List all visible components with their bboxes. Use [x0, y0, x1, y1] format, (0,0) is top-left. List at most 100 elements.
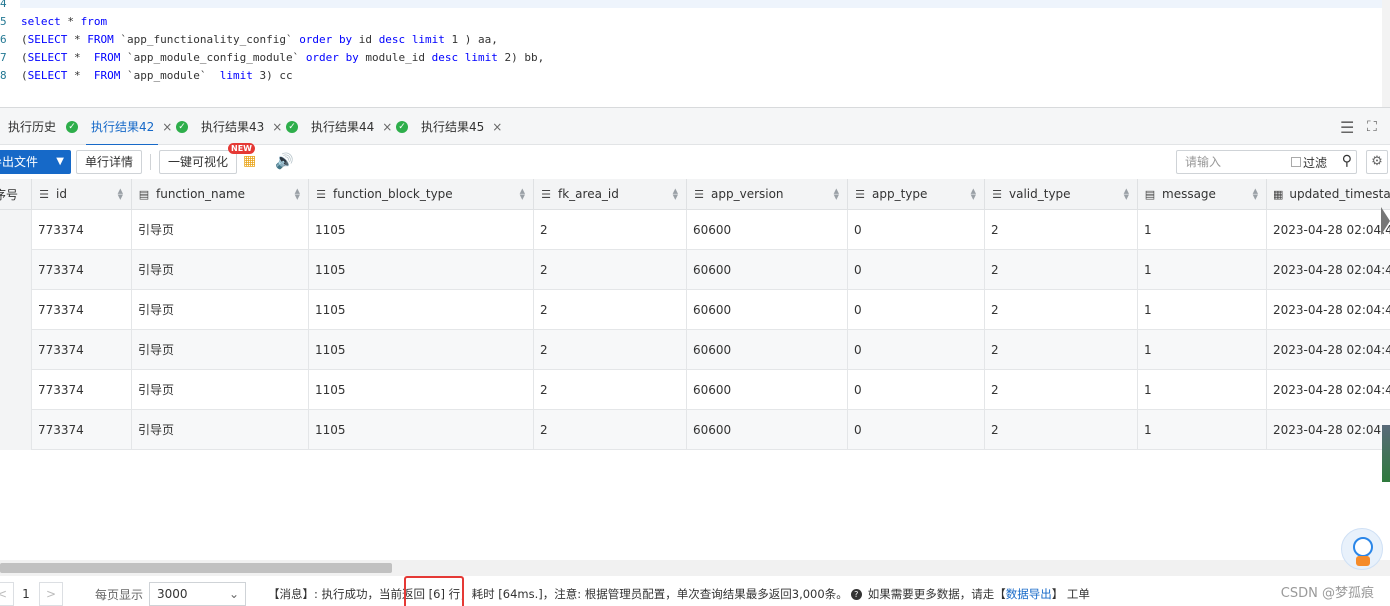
table-cell[interactable]: 1: [1138, 410, 1267, 450]
table-row[interactable]: 773374 引导页 1105 2 60600 0 2 1 2023-04-28 02:04:4…: [0, 250, 1390, 290]
table-cell[interactable]: 60600: [687, 210, 848, 250]
gear-icon[interactable]: ⚙: [1366, 150, 1388, 174]
code-line[interactable]: 4: [0, 0, 1390, 13]
table-cell[interactable]: 773374: [32, 330, 132, 370]
search-input[interactable]: [1185, 154, 1285, 170]
search-icon[interactable]: ⚲: [1342, 153, 1352, 169]
code-line[interactable]: 8 (SELECT * FROM `app_module` limit 3) cc: [0, 67, 1390, 85]
table-cell[interactable]: 2: [985, 330, 1138, 370]
menu-icon[interactable]: ☰: [1340, 118, 1354, 137]
data-export-link[interactable]: 数据导出: [1006, 587, 1052, 601]
close-icon[interactable]: ×: [272, 120, 282, 134]
table-cell[interactable]: 引导页: [132, 210, 309, 250]
current-page[interactable]: 1: [14, 582, 38, 606]
table-cell[interactable]: 60600: [687, 410, 848, 450]
table-cell[interactable]: 1: [1138, 330, 1267, 370]
table-cell[interactable]: [0, 330, 32, 370]
table-cell[interactable]: 1: [1138, 210, 1267, 250]
tab-result-1[interactable]: ✓ 执行结果42 ×: [66, 108, 172, 146]
table-cell[interactable]: [0, 210, 32, 250]
side-scroll-indicator[interactable]: [1381, 207, 1390, 482]
tab-result-2[interactable]: ✓ 执行结果43 ×: [176, 108, 282, 145]
table-cell[interactable]: 2: [985, 290, 1138, 330]
column-header[interactable]: ☰ id ▲ ▼: [32, 179, 132, 210]
table-cell[interactable]: 2: [534, 290, 687, 330]
table-cell[interactable]: 0: [848, 290, 985, 330]
table-cell[interactable]: 1105: [309, 210, 534, 250]
table-cell[interactable]: 773374: [32, 410, 132, 450]
sql-editor[interactable]: 4 5 select * from 6 (SELECT * FROM `app_func…: [0, 0, 1390, 107]
tab-result-0[interactable]: 执行历史: [0, 108, 56, 145]
table-cell[interactable]: 0: [848, 210, 985, 250]
column-header[interactable]: ▤ message ▲ ▼: [1138, 179, 1267, 210]
table-cell[interactable]: 2: [534, 330, 687, 370]
table-cell[interactable]: 773374: [32, 370, 132, 410]
table-cell[interactable]: 引导页: [132, 410, 309, 450]
code-line[interactable]: 5 select * from: [0, 13, 1390, 31]
chart-icon[interactable]: ▦: [243, 153, 256, 169]
horizontal-scrollbar[interactable]: [0, 560, 1390, 576]
filter-checkbox[interactable]: [1291, 157, 1301, 167]
table-cell[interactable]: 引导页: [132, 370, 309, 410]
table-cell[interactable]: 60600: [687, 370, 848, 410]
code-line[interactable]: 6 (SELECT * FROM `app_functionality_confi…: [0, 31, 1390, 49]
tab-result-4[interactable]: ✓ 执行结果45 ×: [396, 108, 502, 145]
table-cell[interactable]: 引导页: [132, 290, 309, 330]
column-header[interactable]: 序号: [0, 179, 32, 210]
table-cell[interactable]: 引导页: [132, 250, 309, 290]
table-cell[interactable]: 2: [534, 250, 687, 290]
table-cell[interactable]: 2: [985, 410, 1138, 450]
table-cell[interactable]: 60600: [687, 330, 848, 370]
table-cell[interactable]: 773374: [32, 210, 132, 250]
per-page-select[interactable]: 3000 ⌄: [149, 582, 246, 606]
visualize-button[interactable]: 一键可视化 NEW: [159, 143, 255, 174]
sort-icon[interactable]: ▲ ▼: [673, 188, 678, 201]
table-cell[interactable]: 1: [1138, 370, 1267, 410]
close-icon[interactable]: ×: [492, 120, 502, 134]
table-cell[interactable]: 60600: [687, 250, 848, 290]
table-cell[interactable]: 1105: [309, 250, 534, 290]
table-cell[interactable]: 1105: [309, 370, 534, 410]
fullscreen-icon[interactable]: ⛶: [1367, 119, 1377, 135]
table-cell[interactable]: 1105: [309, 410, 534, 450]
table-row[interactable]: 773374 引导页 1105 2 60600 0 2 1 2023-04-28 02:04:4…: [0, 410, 1390, 450]
table-cell[interactable]: 2023-04-28 02:04:49: [1267, 410, 1390, 450]
tab-result-3[interactable]: ✓ 执行结果44 ×: [286, 108, 392, 145]
table-cell[interactable]: 2023-04-28 02:04:49: [1267, 330, 1390, 370]
table-cell[interactable]: 2: [534, 210, 687, 250]
sort-icon[interactable]: ▲ ▼: [118, 188, 123, 201]
table-cell[interactable]: 1: [1138, 290, 1267, 330]
column-header[interactable]: ☰ app_version ▲ ▼: [687, 179, 848, 210]
table-cell[interactable]: 2023-04-28 02:04:49: [1267, 210, 1390, 250]
table-cell[interactable]: 0: [848, 370, 985, 410]
table-cell[interactable]: 2: [534, 410, 687, 450]
assistant-avatar-icon[interactable]: [1341, 528, 1383, 570]
table-cell[interactable]: [0, 290, 32, 330]
export-file-button[interactable]: 导出文件 ▼: [0, 150, 71, 174]
table-cell[interactable]: 2023-04-28 02:04:49: [1267, 370, 1390, 410]
table-row[interactable]: 773374 引导页 1105 2 60600 0 2 1 2023-04-28 02:04:4…: [0, 210, 1390, 250]
table-cell[interactable]: [0, 410, 32, 450]
table-cell[interactable]: 2: [985, 210, 1138, 250]
sort-icon[interactable]: ▲ ▼: [971, 188, 976, 201]
column-header[interactable]: ▦ updated_timestamp: [1267, 179, 1390, 210]
table-cell[interactable]: 1: [1138, 250, 1267, 290]
close-icon[interactable]: ×: [382, 120, 392, 134]
sort-icon[interactable]: ▲ ▼: [1253, 188, 1258, 201]
column-header[interactable]: ☰ fk_area_id ▲ ▼: [534, 179, 687, 210]
speaker-icon[interactable]: 🔊: [275, 152, 294, 170]
table-cell[interactable]: 773374: [32, 290, 132, 330]
sort-icon[interactable]: ▲ ▼: [1124, 188, 1129, 201]
sort-icon[interactable]: ▲ ▼: [520, 188, 525, 201]
sort-icon[interactable]: ▲ ▼: [834, 188, 839, 201]
table-cell[interactable]: 773374: [32, 250, 132, 290]
table-cell[interactable]: 2023-04-28 02:04:49: [1267, 290, 1390, 330]
table-cell[interactable]: 2: [985, 370, 1138, 410]
row-detail-button[interactable]: 单行详情: [76, 150, 143, 174]
table-row[interactable]: 773374 引导页 1105 2 60600 0 2 1 2023-04-28 02:04:4…: [0, 370, 1390, 410]
code-line[interactable]: 7 (SELECT * FROM `app_module_config_modul…: [0, 49, 1390, 67]
table-cell[interactable]: 1105: [309, 290, 534, 330]
table-cell[interactable]: 2023-04-28 02:04:49: [1267, 250, 1390, 290]
table-row[interactable]: 773374 引导页 1105 2 60600 0 2 1 2023-04-28 02:04:4…: [0, 290, 1390, 330]
table-cell[interactable]: 引导页: [132, 330, 309, 370]
